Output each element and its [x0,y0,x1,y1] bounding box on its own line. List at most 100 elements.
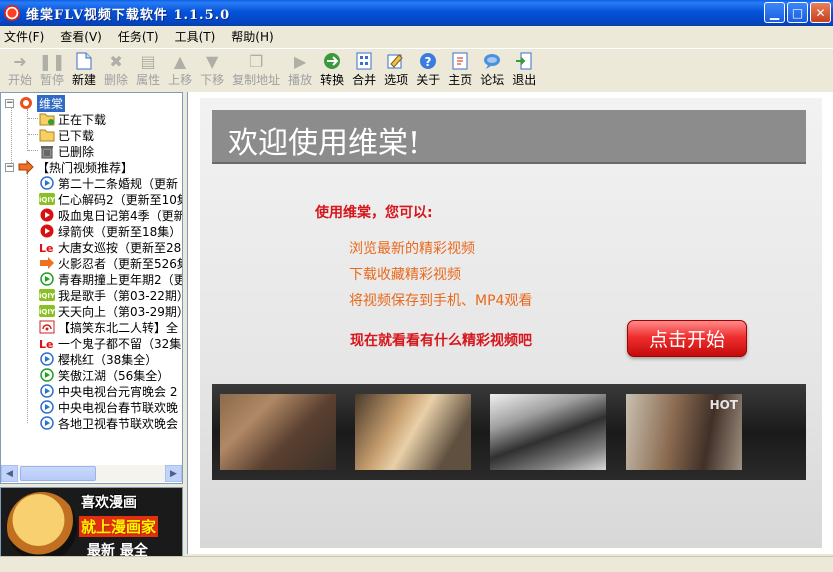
menu-file[interactable]: 文件(F) [4,28,44,45]
hot-video-label: 绿箭侠（更新至18集） [58,224,182,239]
tree-root-label: 维棠 [37,94,66,112]
feature-browse: 浏览最新的精彩视频 [349,241,475,257]
hot-video-item[interactable]: 青春期撞上更年期2（更 [39,271,183,287]
welcome-panel: 欢迎使用维棠! 使用维棠，您可以: 浏览最新的精彩视频 下载收藏精彩视频 将视频… [187,92,833,554]
blue-play-icon [39,351,55,367]
menu-task[interactable]: 任务(T) [118,28,159,45]
move-down-button[interactable]: ▼ 下移 [198,49,226,92]
menu-help[interactable]: 帮助(H) [231,28,273,45]
tree-item-downloaded[interactable]: 已下载 [39,127,94,143]
hot-video-item[interactable]: 【搞笑东北二人转】全 [39,319,178,335]
feature-download: 下载收藏精彩视频 [349,267,461,283]
video-thumbnail-strip: HOT [212,384,806,480]
video-thumbnail[interactable] [490,394,606,470]
red-play-icon [39,207,55,223]
hot-video-item[interactable]: 各地卫视春节联欢晚会 [39,415,178,431]
downloaded-folder-icon [39,127,55,143]
tree-item-deleted[interactable]: 已删除 [39,143,94,159]
hot-video-label: 【搞笑东北二人转】全 [58,320,179,335]
play-button[interactable]: ▶ 播放 [286,49,314,92]
green-play-icon [39,367,55,383]
title-bar: 维棠FLV视频下载软件 1.1.5.0 ▁ □ ✕ [0,0,833,26]
exit-button[interactable]: 退出 [510,49,538,92]
green-play-icon [39,271,55,287]
hot-watermark: HOT [709,398,738,412]
hot-video-item[interactable]: Le 一个鬼子都不留（32集 [39,335,181,351]
homepage-button[interactable]: 主页 [446,49,474,92]
iqiyi-icon: iQIY [39,191,55,207]
task-tree[interactable]: − 维棠 正在下载 已下载 已删除 − 【热门视频推荐】 第二十二条婚规（更新 i… [0,92,183,484]
hot-video-item[interactable]: 中央电视台元宵晚会 2 [39,383,177,399]
about-icon: ? [418,51,438,71]
video-thumbnail[interactable] [220,394,336,470]
merge-button[interactable]: 合并 [350,49,378,92]
svg-text:?: ? [425,55,432,69]
hot-video-item[interactable]: 绿箭侠（更新至18集） [39,223,181,239]
hot-video-label: 青春期撞上更年期2（更 [58,272,183,287]
menu-bar: 文件(F) 查看(V) 任务(T) 工具(T) 帮助(H) [0,26,833,46]
minimize-button[interactable]: ▁ [764,2,785,23]
window-title: 维棠FLV视频下载软件 1.1.5.0 [26,7,231,23]
new-button[interactable]: 新建 [70,49,98,92]
convert-button[interactable]: 转换 [318,49,346,92]
collapse-toggle[interactable]: − [5,162,14,172]
forum-button[interactable]: 论坛 [478,49,506,92]
video-thumbnail[interactable]: HOT [626,394,742,470]
blue-play-icon [39,175,55,191]
hot-video-item[interactable]: iQIY 天天向上（第03-29期） [39,303,182,319]
menu-view[interactable]: 查看(V) [60,28,102,45]
svg-text:iQIY: iQIY [39,308,55,316]
options-button[interactable]: 选项 [382,49,410,92]
comic-ad-banner[interactable]: 喜欢漫画 就上漫画家 最新 最全 [0,487,183,557]
pause-button[interactable]: ❚❚ 暂停 [38,49,66,92]
orange-arrow-icon [18,159,34,175]
ad-line-2: 就上漫画家 [79,516,159,537]
about-button[interactable]: ? 关于 [414,49,442,92]
tree-item-downloading[interactable]: 正在下载 [39,111,106,127]
move-up-button[interactable]: ▲ 上移 [166,49,194,92]
scroll-left-button[interactable]: ◀ [1,465,18,482]
menu-tools[interactable]: 工具(T) [175,28,216,45]
tree-hot-videos[interactable]: − 【热门视频推荐】 [5,159,133,175]
hot-video-item[interactable]: 吸血鬼日记第4季（更新 [39,207,182,223]
hot-video-item[interactable]: iQIY 仁心解码2（更新至10集 [39,191,183,207]
hot-video-item[interactable]: 中央电视台春节联欢晚 [39,399,178,415]
svg-text:Le: Le [39,338,53,349]
properties-button[interactable]: ▤ 属性 [134,49,162,92]
video-thumbnail[interactable] [355,394,471,470]
hot-video-item[interactable]: 樱桃红（38集全） [39,351,157,367]
collapse-toggle[interactable]: − [5,98,14,108]
hot-video-label: 一个鬼子都不留（32集 [58,336,182,351]
iqiyi-icon: iQIY [39,287,55,303]
tree-root[interactable]: − 维棠 [5,94,66,112]
cta-text: 现在就看看有什么精彩视频吧 [350,333,532,349]
scroll-right-button[interactable]: ▶ [165,465,182,482]
hot-video-label: 仁心解码2（更新至10集 [58,192,183,207]
maximize-button[interactable]: □ [787,2,808,23]
start-button[interactable]: ➜ 开始 [6,49,34,92]
svg-text:Le: Le [39,242,53,253]
iqiyi-icon: iQIY [39,303,55,319]
hot-video-label: 樱桃红（38集全） [58,352,158,367]
hot-video-item[interactable]: 第二十二条婚规（更新 [39,175,178,191]
tree-horizontal-scrollbar[interactable]: ◀ ▶ [1,465,182,482]
trash-icon [39,143,55,159]
welcome-title: 欢迎使用维棠! [228,126,421,161]
hot-video-item[interactable]: iQIY 我是歌手（第03-22期） [39,287,183,303]
convert-icon [322,51,342,71]
copy-address-button[interactable]: ❐ 复制地址 [230,49,282,92]
hot-video-item[interactable]: 笑傲江湖（56集全） [39,367,169,383]
start-button[interactable]: 点击开始 [627,320,747,357]
close-button[interactable]: ✕ [810,2,831,23]
hot-video-label: 我是歌手（第03-22期） [58,288,183,303]
delete-icon: ✖ [109,51,123,71]
blue-play-icon [39,415,55,431]
delete-button[interactable]: ✖ 删除 [102,49,130,92]
merge-icon [354,51,374,71]
hot-video-item[interactable]: 火影忍者（更新至526集 [39,255,182,271]
welcome-page: 欢迎使用维棠! 使用维棠，您可以: 浏览最新的精彩视频 下载收藏精彩视频 将视频… [200,98,822,548]
hot-video-item[interactable]: Le 大唐女巡按（更新至28 [39,239,181,255]
intro-text: 使用维棠，您可以: [315,205,433,221]
scroll-thumb[interactable] [20,466,96,481]
exit-icon [514,51,534,71]
